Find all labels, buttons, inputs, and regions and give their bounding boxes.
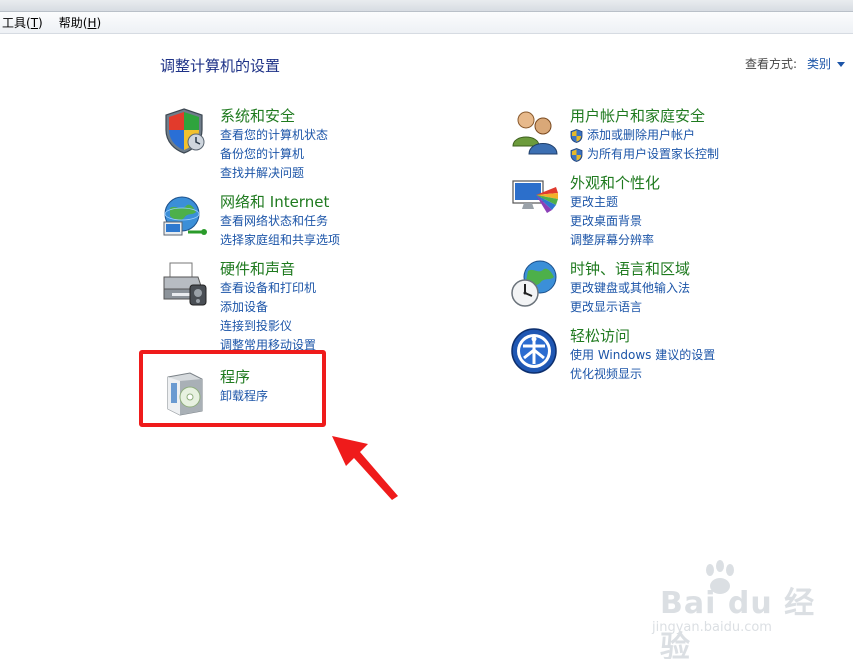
category-appearance-body: 外观和个性化 更改主题 更改桌面背景 调整屏幕分辨率: [570, 173, 660, 250]
link-change-theme[interactable]: 更改主题: [570, 193, 660, 212]
link-optimize-visual-display[interactable]: 优化视频显示: [570, 365, 715, 384]
category-title-appearance[interactable]: 外观和个性化: [570, 173, 660, 193]
watermark-url: jingyan.baidu.com: [652, 620, 772, 635]
link-adjust-resolution[interactable]: 调整屏幕分辨率: [570, 231, 660, 250]
category-title-hardware-sound[interactable]: 硬件和声音: [220, 259, 316, 279]
chevron-down-icon[interactable]: [837, 62, 845, 67]
users-icon[interactable]: [510, 106, 560, 156]
uac-shield-icon: [570, 129, 583, 143]
link-devices-printers[interactable]: 查看设备和打印机: [220, 279, 316, 298]
link-add-remove-accounts[interactable]: 添加或删除用户帐户: [570, 126, 719, 145]
link-parental-controls[interactable]: 为所有用户设置家长控制: [570, 145, 719, 164]
category-ease-of-access-body: 轻松访问 使用 Windows 建议的设置 优化视频显示: [570, 326, 715, 384]
category-title-user-accounts[interactable]: 用户帐户和家庭安全: [570, 106, 719, 126]
clock-globe-icon[interactable]: [510, 259, 560, 309]
category-title-clock-region[interactable]: 时钟、语言和区域: [570, 259, 690, 279]
link-windows-suggested-settings[interactable]: 使用 Windows 建议的设置: [570, 346, 715, 365]
shield-icon[interactable]: [160, 106, 210, 156]
link-find-fix-problems[interactable]: 查找并解决问题: [220, 164, 328, 183]
annotation-highlight-box: [139, 350, 326, 427]
window-titlebar-strip: [0, 0, 853, 12]
menu-bar: 工具(T) 帮助(H): [0, 12, 853, 34]
category-clock-region-body: 时钟、语言和区域 更改键盘或其他输入法 更改显示语言: [570, 259, 690, 317]
view-by-dropdown[interactable]: 类别: [807, 55, 831, 72]
annotation-arrow-icon: [332, 436, 398, 500]
link-connect-projector[interactable]: 连接到投影仪: [220, 317, 316, 336]
ease-access-icon[interactable]: [510, 326, 560, 376]
monitor-palette-icon[interactable]: [510, 173, 560, 223]
category-hardware-sound-body: 硬件和声音 查看设备和打印机 添加设备 连接到投影仪 调整常用移动设置: [220, 259, 316, 355]
page-title: 调整计算机的设置: [160, 57, 281, 75]
category-title-ease-of-access[interactable]: 轻松访问: [570, 326, 715, 346]
category-title-system-security[interactable]: 系统和安全: [220, 106, 328, 126]
link-homegroup-sharing[interactable]: 选择家庭组和共享选项: [220, 231, 340, 250]
menu-tools[interactable]: 工具(T): [2, 14, 43, 31]
view-by-control: 查看方式: 类别: [745, 55, 845, 72]
category-user-accounts-body: 用户帐户和家庭安全 添加或删除用户帐户 为所有用户设置家长控制: [570, 106, 719, 164]
baidu-watermark: Bai du 经验 jingyan.baidu.com: [640, 560, 840, 659]
category-network-internet-body: 网络和 Internet 查看网络状态和任务 选择家庭组和共享选项: [220, 192, 340, 250]
link-change-background[interactable]: 更改桌面背景: [570, 212, 660, 231]
uac-shield-icon: [570, 148, 583, 162]
link-parental-controls-label: 为所有用户设置家长控制: [587, 147, 720, 161]
link-add-device[interactable]: 添加设备: [220, 298, 316, 317]
printer-icon[interactable]: [160, 259, 210, 309]
view-by-label: 查看方式:: [744, 57, 797, 71]
link-view-computer-status[interactable]: 查看您的计算机状态: [220, 126, 328, 145]
category-title-network-internet[interactable]: 网络和 Internet: [220, 192, 340, 212]
watermark-brand: Bai du 经验: [660, 586, 816, 659]
category-system-security-body: 系统和安全 查看您的计算机状态 备份您的计算机 查找并解决问题: [220, 106, 328, 183]
link-change-keyboards[interactable]: 更改键盘或其他输入法: [570, 279, 690, 298]
menu-help[interactable]: 帮助(H): [59, 14, 101, 31]
link-view-network-status[interactable]: 查看网络状态和任务: [220, 212, 340, 231]
link-backup-computer[interactable]: 备份您的计算机: [220, 145, 328, 164]
link-change-display-language[interactable]: 更改显示语言: [570, 298, 690, 317]
network-globe-icon[interactable]: [160, 192, 210, 242]
link-add-remove-accounts-label: 添加或删除用户帐户: [587, 128, 696, 142]
